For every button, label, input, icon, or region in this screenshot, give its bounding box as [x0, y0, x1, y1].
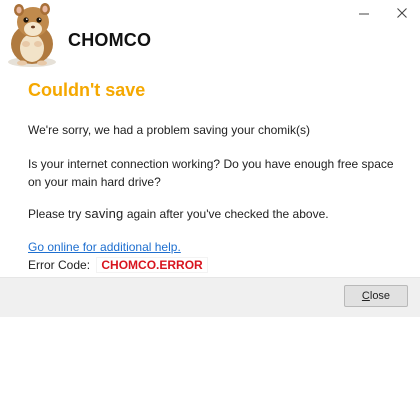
- minimize-button[interactable]: [356, 6, 372, 20]
- message-retry-before: Please try: [28, 207, 85, 221]
- error-code-row: Error Code: CHOMCO.ERROR: [28, 258, 207, 272]
- message-checks: Is your internet connection working? Do …: [28, 157, 394, 189]
- message-retry-after: again after you've checked the above.: [123, 207, 329, 221]
- dialog-footer: Close: [0, 277, 420, 317]
- error-dialog: CHOMCO Couldn't save We're sorry, we had…: [0, 0, 420, 316]
- window-controls: [356, 6, 410, 20]
- close-label-rest: lose: [369, 290, 391, 302]
- error-code-label: Error Code:: [28, 258, 91, 272]
- online-help-link[interactable]: Go online for additional help.: [28, 240, 181, 254]
- dialog-heading: Couldn't save: [28, 80, 146, 100]
- message-retry: Please try saving again after you've che…: [28, 205, 329, 223]
- close-icon: [397, 8, 407, 18]
- window-close-button[interactable]: [394, 6, 410, 20]
- message-problem: We're sorry, we had a problem saving you…: [28, 123, 310, 137]
- close-button[interactable]: Close: [344, 285, 408, 307]
- app-name: CHOMCO: [68, 30, 152, 50]
- hamster-logo: [8, 3, 56, 67]
- error-code-value: CHOMCO.ERROR: [97, 258, 207, 272]
- close-mnemonic: C: [361, 290, 370, 302]
- message-retry-emphasis: saving: [84, 206, 124, 221]
- minimize-icon: [359, 13, 369, 15]
